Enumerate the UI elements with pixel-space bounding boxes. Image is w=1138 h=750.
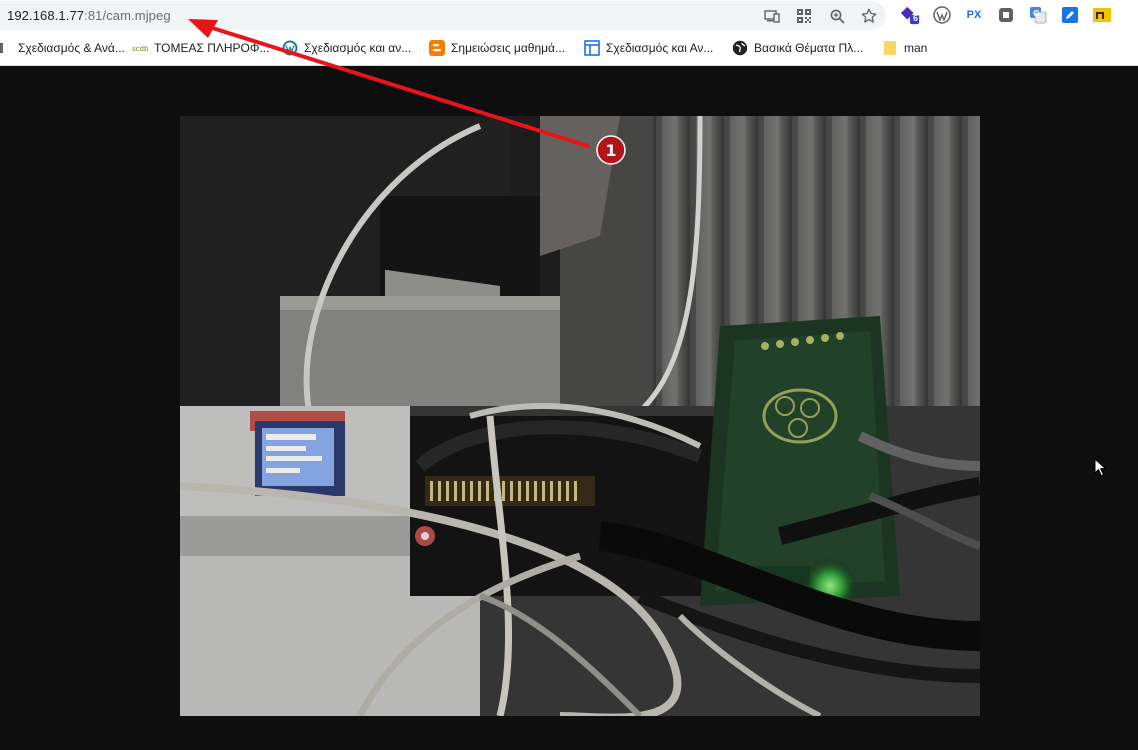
bookmark-label: Σχεδιασμός και αν... bbox=[304, 41, 412, 55]
address-bar[interactable]: 192.168.1.77:81/cam.mjpeg bbox=[0, 1, 886, 30]
layout-icon bbox=[584, 40, 600, 56]
svg-text:G: G bbox=[1033, 9, 1040, 18]
bookmark-label: man bbox=[904, 41, 928, 55]
folder-icon[interactable] bbox=[1092, 5, 1112, 25]
folder-icon bbox=[0, 40, 12, 56]
bookmark-label: Βασικά Θέματα Πλ... bbox=[754, 41, 864, 55]
extension-badge-count: 6 bbox=[913, 13, 919, 23]
bookmark-item[interactable]: Σχεδιασμός και Αν... bbox=[584, 39, 713, 57]
extension-badge-icon[interactable]: 6 bbox=[900, 5, 920, 25]
translate-icon[interactable]: G bbox=[1028, 5, 1048, 25]
url-path: :81/cam.mjpeg bbox=[84, 8, 171, 23]
bookmark-label: Σχεδιασμός και Αν... bbox=[606, 41, 714, 55]
url-host: 192.168.1.77 bbox=[7, 8, 85, 23]
zoom-icon[interactable] bbox=[827, 6, 847, 26]
bookmark-item[interactable]: Σημειώσεις μαθημά... bbox=[429, 39, 565, 57]
bookmark-label: ΤΟΜΕΑΣ ΠΛΗΡΟΦ... bbox=[154, 41, 270, 55]
bookmarks-bar: Σχεδιασμός & Ανά... scdb ΤΟΜΕΑΣ ΠΛΗΡΟΦ..… bbox=[0, 32, 1138, 66]
edit-icon[interactable] bbox=[1060, 5, 1080, 25]
wordpress-icon bbox=[282, 40, 298, 56]
bookmark-item[interactable]: Βασικά Θέματα Πλ... bbox=[732, 39, 863, 57]
globe-icon bbox=[732, 40, 748, 56]
url-text[interactable]: 192.168.1.77:81/cam.mjpeg bbox=[7, 8, 171, 23]
bookmark-item[interactable]: scdb ΤΟΜΕΑΣ ΠΛΗΡΟΦ... bbox=[132, 39, 269, 57]
folder-icon bbox=[882, 40, 898, 56]
bookmark-label: Σχεδιασμός & Ανά... bbox=[18, 41, 125, 55]
blogger-icon bbox=[429, 40, 445, 56]
qr-code-icon[interactable] bbox=[794, 6, 814, 26]
browser-toolbar: 192.168.1.77:81/cam.mjpeg 6 PX G bbox=[0, 0, 1138, 32]
star-icon[interactable] bbox=[859, 6, 879, 26]
bookmark-item[interactable]: man bbox=[882, 39, 927, 57]
site-icon: scdb bbox=[132, 40, 148, 56]
bookmark-label: Σημειώσεις μαθημά... bbox=[451, 41, 565, 55]
wordpress-icon[interactable] bbox=[932, 5, 952, 25]
bookmark-item[interactable]: Σχεδιασμός και αν... bbox=[282, 39, 411, 57]
svg-text:scdb: scdb bbox=[132, 45, 148, 53]
mouse-cursor-icon bbox=[1094, 457, 1108, 483]
px-icon[interactable]: PX bbox=[964, 5, 984, 25]
extension-square-icon[interactable] bbox=[996, 5, 1016, 25]
camera-stream-image bbox=[180, 116, 980, 716]
cast-icon[interactable] bbox=[762, 6, 782, 26]
bookmark-item[interactable]: Σχεδιασμός & Ανά... bbox=[0, 39, 125, 57]
